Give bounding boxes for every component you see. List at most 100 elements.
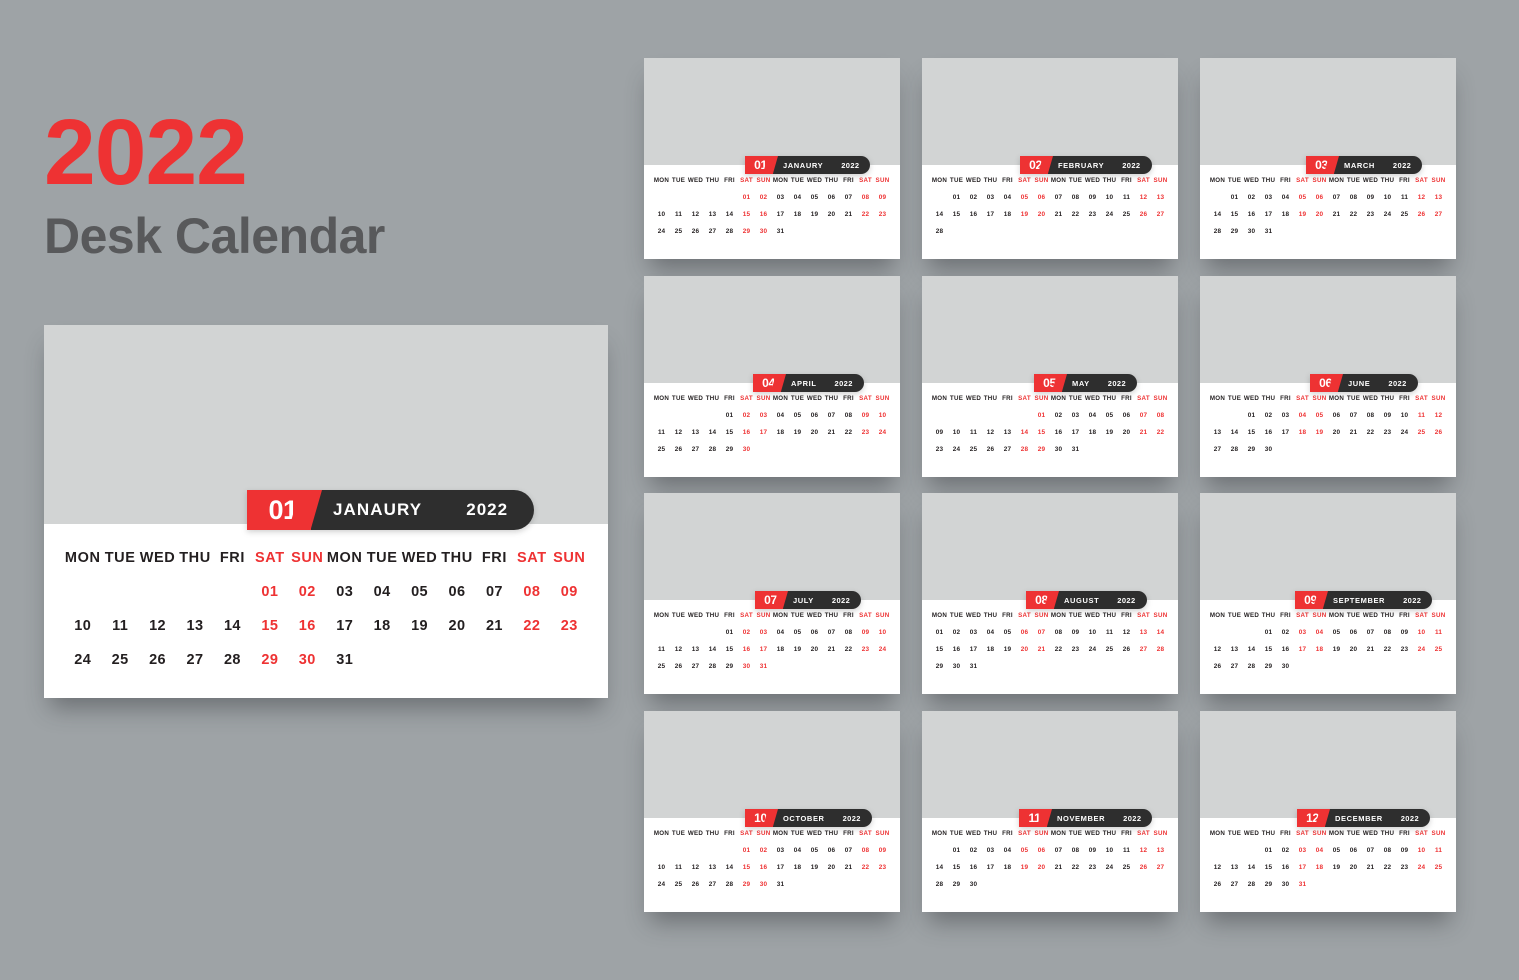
day-cell[interactable]: 10 (1101, 194, 1118, 201)
day-cell[interactable]: 02 (755, 847, 772, 854)
day-cell[interactable]: 01 (1226, 194, 1243, 201)
day-cell[interactable]: 29 (251, 652, 288, 668)
day-cell[interactable]: 16 (1277, 864, 1294, 871)
day-cell[interactable]: 18 (1277, 211, 1294, 218)
day-cell[interactable]: 15 (1260, 864, 1277, 871)
day-cell[interactable]: 13 (1209, 429, 1226, 436)
day-cell[interactable]: 17 (1277, 429, 1294, 436)
day-cell[interactable]: 24 (653, 228, 670, 235)
day-cell[interactable]: 03 (1294, 629, 1311, 636)
day-cell[interactable]: 11 (670, 864, 687, 871)
day-cell[interactable]: 12 (1209, 864, 1226, 871)
day-cell[interactable]: 27 (999, 446, 1016, 453)
day-cell[interactable]: 07 (1033, 629, 1050, 636)
day-cell[interactable]: 17 (326, 618, 363, 634)
day-cell[interactable]: 20 (1033, 211, 1050, 218)
day-cell[interactable]: 31 (772, 228, 789, 235)
day-cell[interactable]: 14 (1226, 429, 1243, 436)
day-cell[interactable]: 22 (1152, 429, 1169, 436)
day-cell[interactable]: 01 (738, 847, 755, 854)
day-cell[interactable]: 23 (1362, 211, 1379, 218)
day-cell[interactable]: 11 (965, 429, 982, 436)
day-cell[interactable]: 22 (1067, 211, 1084, 218)
day-cell[interactable]: 21 (1033, 646, 1050, 653)
day-cell[interactable]: 18 (789, 211, 806, 218)
day-cell[interactable]: 12 (687, 211, 704, 218)
day-cell[interactable]: 30 (738, 663, 755, 670)
day-cell[interactable]: 19 (999, 646, 1016, 653)
day-cell[interactable]: 04 (363, 584, 400, 600)
day-cell[interactable]: 21 (1135, 429, 1152, 436)
day-cell[interactable]: 26 (1209, 663, 1226, 670)
day-cell[interactable]: 14 (1243, 646, 1260, 653)
day-cell[interactable]: 23 (1396, 864, 1413, 871)
day-cell[interactable]: 01 (721, 629, 738, 636)
day-cell[interactable]: 30 (755, 228, 772, 235)
day-cell[interactable]: 21 (840, 211, 857, 218)
day-cell[interactable]: 12 (1135, 194, 1152, 201)
day-cell[interactable]: 03 (1067, 412, 1084, 419)
day-cell[interactable]: 04 (772, 629, 789, 636)
day-cell[interactable]: 25 (653, 663, 670, 670)
day-cell[interactable]: 03 (1277, 412, 1294, 419)
day-cell[interactable]: 05 (999, 629, 1016, 636)
day-cell[interactable]: 11 (1430, 629, 1447, 636)
day-cell[interactable]: 25 (653, 446, 670, 453)
day-cell[interactable]: 11 (1413, 412, 1430, 419)
day-cell[interactable]: 22 (1345, 211, 1362, 218)
day-cell[interactable]: 09 (1084, 847, 1101, 854)
day-cell[interactable]: 13 (1152, 847, 1169, 854)
day-cell[interactable]: 12 (1430, 412, 1447, 419)
day-cell[interactable]: 13 (1226, 646, 1243, 653)
day-cell[interactable]: 18 (982, 646, 999, 653)
day-cell[interactable]: 27 (1430, 211, 1447, 218)
day-cell[interactable]: 19 (1294, 211, 1311, 218)
day-cell[interactable]: 31 (755, 663, 772, 670)
day-cell[interactable]: 05 (1016, 194, 1033, 201)
day-cell[interactable]: 04 (789, 847, 806, 854)
day-cell[interactable]: 19 (806, 864, 823, 871)
day-cell[interactable]: 08 (1379, 629, 1396, 636)
day-cell[interactable]: 28 (1152, 646, 1169, 653)
day-cell[interactable]: 25 (1430, 646, 1447, 653)
day-cell[interactable]: 15 (1226, 211, 1243, 218)
day-cell[interactable]: 15 (721, 646, 738, 653)
day-cell[interactable]: 04 (1277, 194, 1294, 201)
day-cell[interactable]: 06 (1345, 629, 1362, 636)
day-cell[interactable]: 16 (1260, 429, 1277, 436)
day-cell[interactable]: 29 (721, 446, 738, 453)
day-cell[interactable]: 03 (1260, 194, 1277, 201)
day-cell[interactable]: 24 (1084, 646, 1101, 653)
day-cell[interactable]: 22 (857, 211, 874, 218)
day-cell[interactable]: 10 (1413, 847, 1430, 854)
day-cell[interactable]: 11 (670, 211, 687, 218)
day-cell[interactable]: 06 (1016, 629, 1033, 636)
day-cell[interactable]: 27 (687, 446, 704, 453)
day-cell[interactable]: 27 (1209, 446, 1226, 453)
day-cell[interactable]: 17 (755, 646, 772, 653)
day-cell[interactable]: 29 (931, 663, 948, 670)
day-cell[interactable]: 19 (789, 429, 806, 436)
day-cell[interactable]: 02 (965, 847, 982, 854)
day-cell[interactable]: 04 (1084, 412, 1101, 419)
day-cell[interactable]: 03 (982, 194, 999, 201)
day-cell[interactable]: 01 (1260, 847, 1277, 854)
month-thumbnail-card[interactable]: 11 NOVEMBER 2022 MON TUE WED THU FRI SAT SUN MON TU… (922, 711, 1178, 912)
day-cell[interactable]: 01 (948, 847, 965, 854)
day-cell[interactable]: 08 (857, 194, 874, 201)
day-cell[interactable]: 08 (1379, 847, 1396, 854)
day-cell[interactable]: 29 (1243, 446, 1260, 453)
day-cell[interactable]: 05 (789, 629, 806, 636)
day-cell[interactable]: 23 (857, 646, 874, 653)
day-cell[interactable]: 07 (823, 629, 840, 636)
day-cell[interactable]: 06 (823, 194, 840, 201)
day-cell[interactable]: 10 (1101, 847, 1118, 854)
day-cell[interactable]: 27 (1152, 211, 1169, 218)
day-cell[interactable]: 18 (1084, 429, 1101, 436)
day-cell[interactable]: 30 (965, 881, 982, 888)
day-cell[interactable]: 06 (1311, 194, 1328, 201)
day-cell[interactable]: 19 (401, 618, 438, 634)
day-cell[interactable]: 28 (214, 652, 251, 668)
day-cell[interactable]: 25 (1396, 211, 1413, 218)
day-cell[interactable]: 01 (1243, 412, 1260, 419)
